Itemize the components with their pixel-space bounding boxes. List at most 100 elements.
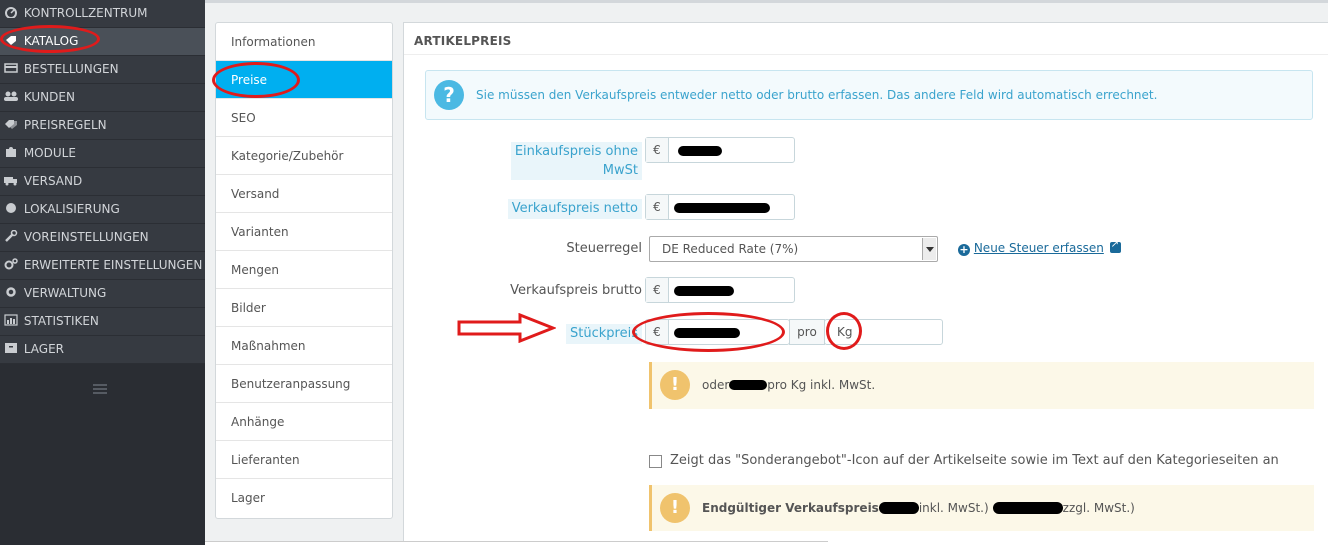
menu-item-label: VERWALTUNG [23, 286, 107, 300]
tab-informationen[interactable]: Informationen [216, 23, 392, 61]
exclamation-icon: ! [660, 370, 690, 400]
menu-item-label: LOKALISIERUNG [23, 202, 120, 216]
menu-item-voreinstellungen[interactable]: VOREINSTELLUNGEN [0, 224, 205, 252]
unit-notice-text: oder pro Kg inkl. MwSt. [702, 378, 875, 392]
menu-item-versand[interactable]: VERSAND [0, 168, 205, 196]
unit-notice-suffix: pro Kg inkl. MwSt. [767, 378, 876, 392]
menu-item-verwaltung[interactable]: VERWALTUNG [0, 280, 205, 308]
currency-addon: € [646, 138, 669, 162]
special-offer-checkbox[interactable] [649, 455, 662, 468]
menu-item-label: ERWEITERTE EINSTELLUNGEN [23, 258, 203, 272]
menu-item-label: BESTELLUNGEN [23, 62, 119, 76]
tab-varianten[interactable]: Varianten [216, 213, 392, 251]
bar-chart-icon [4, 314, 18, 326]
menu-item-label: KONTROLLZENTRUM [23, 6, 148, 20]
special-offer-label: Zeigt das "Sonderangebot"-Icon auf der A… [670, 453, 1279, 468]
net-price-label: Verkaufspreis netto [507, 199, 642, 219]
question-icon: ? [434, 80, 464, 110]
menu-item-kunden[interactable]: KUNDEN [0, 84, 205, 112]
new-tax-link-text: Neue Steuer erfassen [973, 241, 1104, 255]
tax-rule-label: Steuerregel [566, 241, 642, 256]
external-link-icon [1109, 239, 1121, 253]
tax-rule-value: DE Reduced Rate (7%) [662, 242, 799, 256]
redaction-mark [674, 286, 734, 296]
info-alert: ? Sie müssen den Verkaufspreis entweder … [425, 70, 1313, 120]
unit-price-field[interactable]: € [645, 319, 790, 345]
gross-price-field[interactable]: € [645, 277, 795, 303]
panel-title-divider [404, 54, 1328, 55]
tab-kategorie-zubehoer[interactable]: Kategorie/Zubehör [216, 137, 392, 175]
final-price-text: Endgültiger Verkaufspreis inkl. MwSt.) zzg… [702, 501, 1135, 515]
tab-lager[interactable]: Lager [216, 479, 392, 517]
menu-collapse-icon[interactable] [93, 384, 107, 394]
tab-bilder[interactable]: Bilder [216, 289, 392, 327]
panel-title: ARTIKELPREIS [414, 34, 512, 48]
dashboard-icon [4, 6, 18, 18]
tab-lieferanten[interactable]: Lieferanten [216, 441, 392, 479]
menu-item-label: MODULE [23, 146, 76, 160]
menu-item-module[interactable]: MODULE [0, 140, 205, 168]
net-price-field[interactable]: € [645, 194, 795, 220]
final-price-notice: ! Endgültiger Verkaufspreis inkl. MwSt.) z… [649, 485, 1314, 531]
new-tax-link[interactable]: + Neue Steuer erfassen [958, 239, 1121, 256]
tax-rule-select[interactable]: DE Reduced Rate (7%) [649, 236, 938, 262]
tab-massnahmen[interactable]: Maßnahmen [216, 327, 392, 365]
menu-item-label: KATALOG [23, 34, 79, 48]
currency-addon: € [646, 195, 669, 219]
top-divider [205, 0, 1328, 3]
tab-benutzeranpassung[interactable]: Benutzeranpassung [216, 365, 392, 403]
puzzle-icon [4, 146, 18, 158]
menu-item-label: LAGER [23, 342, 65, 356]
currency-addon: € [646, 278, 669, 302]
menu-item-label: STATISTIKEN [23, 314, 99, 328]
sidebar: KONTROLLZENTRUM KATALOG BESTELLUNGEN KUN… [0, 0, 205, 545]
tab-anhaenge[interactable]: Anhänge [216, 403, 392, 441]
wholesale-price-field[interactable]: € [645, 137, 795, 163]
exclamation-icon: ! [660, 493, 690, 523]
tab-versand[interactable]: Versand [216, 175, 392, 213]
unit-price-label: Stückpreis [566, 324, 642, 344]
product-tabs: Informationen Preise SEO Kategorie/Zubeh… [215, 22, 393, 519]
unit-notice-prefix: oder [702, 378, 730, 392]
menu-item-label: VOREINSTELLUNGEN [23, 230, 149, 244]
wholesale-label-line2: MwSt [602, 163, 638, 178]
main-menu: KONTROLLZENTRUM KATALOG BESTELLUNGEN KUN… [0, 0, 205, 364]
menu-item-label: KUNDEN [23, 90, 75, 104]
truck-icon [4, 174, 18, 186]
cogs-icon [4, 258, 18, 270]
plus-circle-icon: + [958, 243, 970, 256]
menu-item-label: PREISREGELN [23, 118, 107, 132]
menu-item-lager[interactable]: LAGER [0, 336, 205, 364]
redaction-mark [678, 146, 722, 156]
unit-price-notice: ! oder pro Kg inkl. MwSt. [649, 362, 1314, 409]
redaction-mark [674, 203, 770, 213]
cog-icon [4, 286, 18, 298]
chevron-down-icon [922, 238, 936, 260]
menu-item-statistiken[interactable]: STATISTIKEN [0, 308, 205, 336]
tab-seo[interactable]: SEO [216, 99, 392, 137]
menu-item-bestellungen[interactable]: BESTELLUNGEN [0, 56, 205, 84]
menu-item-lokalisierung[interactable]: LOKALISIERUNG [0, 196, 205, 224]
menu-item-katalog[interactable]: KATALOG [0, 28, 205, 56]
tags-icon [4, 118, 18, 130]
redaction-mark [878, 502, 919, 514]
final-price-label: Endgültiger Verkaufspreis [702, 501, 879, 515]
tab-preise[interactable]: Preise [216, 61, 392, 99]
unit-field[interactable]: Kg [824, 319, 943, 345]
price-panel: ARTIKELPREIS ? Sie müssen den Verkaufspr… [403, 22, 1328, 545]
globe-icon [4, 202, 18, 214]
menu-item-preisregeln[interactable]: PREISREGELN [0, 112, 205, 140]
redaction-mark [674, 328, 740, 338]
gross-price-label: Verkaufspreis brutto [510, 283, 642, 298]
unit-per-text: pro [797, 325, 817, 339]
tab-mengen[interactable]: Mengen [216, 251, 392, 289]
menu-item-kontrollzentrum[interactable]: KONTROLLZENTRUM [0, 0, 205, 28]
unit-value: Kg [837, 325, 853, 339]
wholesale-price-label: Einkaufspreis ohne MwSt [510, 142, 642, 180]
wholesale-label-line1: Einkaufspreis ohne [514, 144, 638, 159]
menu-item-erweiterte-einstellungen[interactable]: ERWEITERTE EINSTELLUNGEN [0, 252, 205, 280]
users-icon [4, 90, 18, 102]
final-price-excl: zzgl. MwSt.) [1062, 501, 1135, 515]
redaction-mark [992, 502, 1063, 514]
archive-icon [4, 342, 18, 354]
